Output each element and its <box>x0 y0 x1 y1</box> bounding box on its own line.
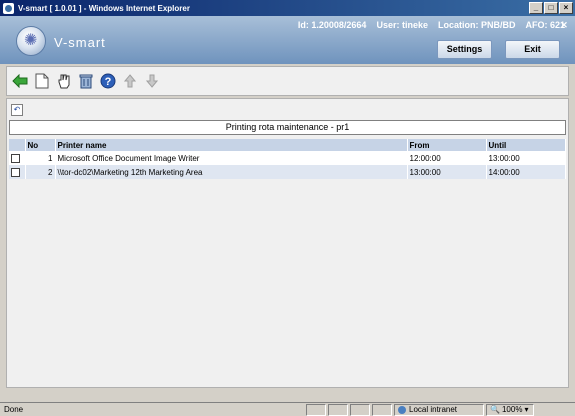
new-document-icon[interactable] <box>33 72 51 90</box>
row-until: 13:00:00 <box>486 151 566 165</box>
row-until: 14:00:00 <box>486 165 566 179</box>
row-checkbox[interactable] <box>11 167 20 177</box>
toolbar: ? <box>6 66 569 96</box>
row-printer-name[interactable]: Microsoft Office Document Image Writer <box>55 151 408 165</box>
select-column-header <box>9 139 26 151</box>
close-icon[interactable]: ✕ <box>559 20 569 30</box>
down-arrow-icon <box>143 72 161 90</box>
status-cell <box>372 403 392 416</box>
page-title: Printing rota maintenance - pr1 <box>9 120 566 135</box>
printer-table: No Printer name From Until 1 Microsoft O… <box>9 139 566 179</box>
back-arrow-icon[interactable] <box>11 72 29 90</box>
row-no: 1 <box>25 151 56 165</box>
zoom-icon: 🔍 <box>490 405 500 414</box>
column-header-printer-name: Printer name <box>55 139 408 151</box>
minimize-button[interactable]: _ <box>529 2 543 14</box>
status-text: Done <box>4 405 24 414</box>
row-no: 2 <box>25 165 56 179</box>
chevron-down-icon: ▾ <box>524 405 529 414</box>
table-row[interactable]: 1 Microsoft Office Document Image Writer… <box>9 151 566 165</box>
zone-text: Local intranet <box>409 405 458 414</box>
window-title-bar: V-smart [ 1.0.01 ] - Windows Internet Ex… <box>0 0 575 16</box>
column-header-until: Until <box>486 139 566 151</box>
exit-button[interactable]: Exit <box>505 40 560 59</box>
settings-button[interactable]: Settings <box>437 40 492 59</box>
zoom-text: 100% <box>501 405 523 414</box>
row-checkbox[interactable] <box>11 153 20 163</box>
user-label: User: tineke <box>376 20 428 30</box>
logo-text: V-smart <box>54 35 106 50</box>
status-bar: Done Local intranet 🔍 100% ▾ <box>0 402 575 416</box>
row-printer-name[interactable]: \\tor-dc02\Marketing 12th Marketing Area <box>55 165 408 179</box>
intranet-globe-icon <box>398 405 406 414</box>
table-header-row: No Printer name From Until <box>9 139 566 151</box>
vsmart-logo-icon <box>16 26 46 56</box>
zone-indicator: Local intranet <box>394 403 484 416</box>
hand-select-icon[interactable] <box>55 72 73 90</box>
undo-icon[interactable]: ↶ <box>11 104 23 116</box>
zoom-control[interactable]: 🔍 100% ▾ <box>486 403 534 416</box>
column-header-no: No <box>25 139 56 151</box>
maximize-button[interactable]: □ <box>544 2 558 14</box>
row-from: 13:00:00 <box>407 165 487 179</box>
row-from: 12:00:00 <box>407 151 487 165</box>
id-label: Id: 1.20008/2664 <box>297 20 367 30</box>
session-info: Id: 1.20008/2664 User: tineke Location: … <box>298 20 565 30</box>
status-cell <box>306 403 326 416</box>
window-title: V-smart [ 1.0.01 ] - Windows Internet Ex… <box>18 3 190 13</box>
row-checkbox-cell <box>9 165 26 179</box>
svg-text:?: ? <box>105 76 112 88</box>
location-label: Location: PNB/BD <box>437 20 516 30</box>
trash-icon[interactable] <box>77 72 95 90</box>
table-row[interactable]: 2 \\tor-dc02\Marketing 12th Marketing Ar… <box>9 165 566 179</box>
help-icon[interactable]: ? <box>99 72 117 90</box>
close-window-button[interactable]: × <box>559 2 573 14</box>
status-cell <box>328 403 348 416</box>
column-header-from: From <box>407 139 487 151</box>
up-arrow-icon <box>121 72 139 90</box>
row-checkbox-cell <box>9 151 26 165</box>
app-icon <box>3 2 14 14</box>
status-cell <box>350 403 370 416</box>
main-content: ↶ Printing rota maintenance - pr1 No Pri… <box>6 98 569 388</box>
app-header: V-smart Id: 1.20008/2664 User: tineke Lo… <box>0 16 575 64</box>
